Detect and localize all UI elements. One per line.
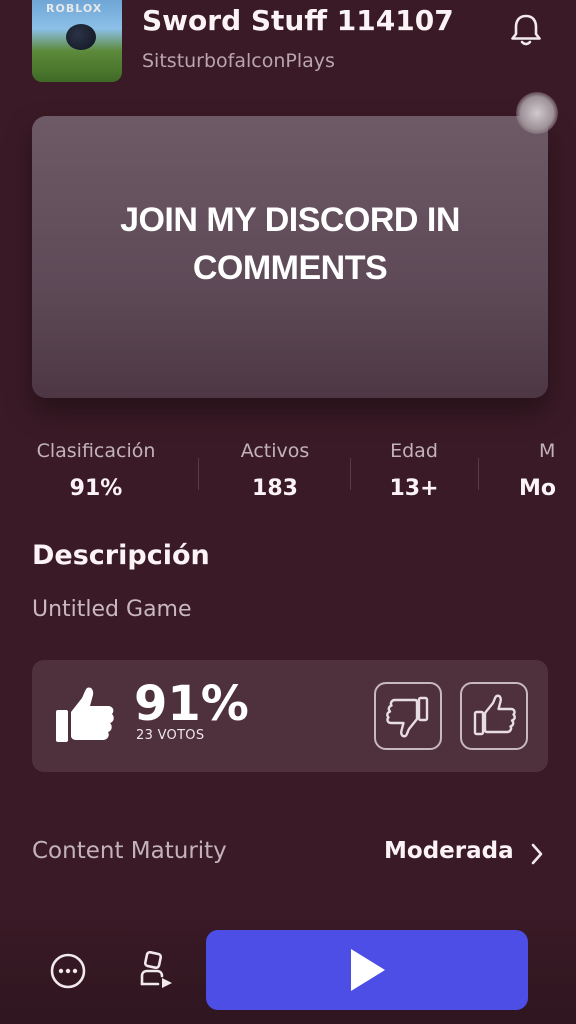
stat-active: Activos 183 xyxy=(222,440,328,501)
play-icon xyxy=(351,949,385,991)
carousel-indicator xyxy=(516,92,558,134)
game-title: Sword Stuff 114107 xyxy=(142,4,454,37)
stat-value: 183 xyxy=(252,476,298,501)
thumbs-down-icon xyxy=(386,696,429,738)
stat-divider xyxy=(350,458,351,490)
stat-value: 91% xyxy=(69,476,123,501)
stat-label: Edad xyxy=(390,440,438,462)
banner-text: JOIN MY DISCORD IN COMMENTS xyxy=(120,201,460,287)
thumbs-up-button[interactable] xyxy=(460,682,528,750)
description-heading: Descripción xyxy=(32,540,210,571)
description-text: Untitled Game xyxy=(32,597,192,622)
thumbs-up-icon xyxy=(473,694,516,736)
stat-divider xyxy=(198,458,199,490)
stat-value: 13+ xyxy=(389,476,439,501)
bell-icon[interactable] xyxy=(506,10,546,50)
stat-divider xyxy=(478,458,479,490)
stat-value: Mo xyxy=(519,476,557,501)
thumbs-down-button[interactable] xyxy=(374,682,442,750)
vote-card: 91% 23 VOTOS xyxy=(32,660,548,772)
stat-label: Clasificación xyxy=(36,440,156,462)
stat-maturity: M Mo xyxy=(519,440,576,501)
chevron-right-icon[interactable] xyxy=(528,841,546,867)
stat-label: M xyxy=(539,440,556,462)
play-button[interactable] xyxy=(206,930,528,1010)
game-thumbnail: ROBLOX xyxy=(32,0,122,82)
stat-age: Edad 13+ xyxy=(374,440,454,501)
thumbnail-logo: ROBLOX xyxy=(46,2,103,15)
content-maturity-value[interactable]: Moderada xyxy=(384,838,514,864)
stats-row: Clasificación 91% Activos 183 Edad 13+ M… xyxy=(0,440,576,510)
vote-count: 23 VOTOS xyxy=(136,728,205,743)
stat-label: Activos xyxy=(240,440,310,462)
game-banner[interactable]: JOIN MY DISCORD IN COMMENTS xyxy=(32,116,548,398)
thumbs-up-icon xyxy=(54,686,116,744)
thumbnail-ball xyxy=(66,24,96,50)
vote-percent: 91% xyxy=(134,676,249,732)
stat-rating: Clasificación 91% xyxy=(32,440,160,501)
more-icon[interactable] xyxy=(48,951,88,991)
content-maturity-label[interactable]: Content Maturity xyxy=(32,838,227,864)
party-icon[interactable] xyxy=(136,950,176,992)
creator-name[interactable]: SitsturbofalconPlays xyxy=(142,50,335,72)
